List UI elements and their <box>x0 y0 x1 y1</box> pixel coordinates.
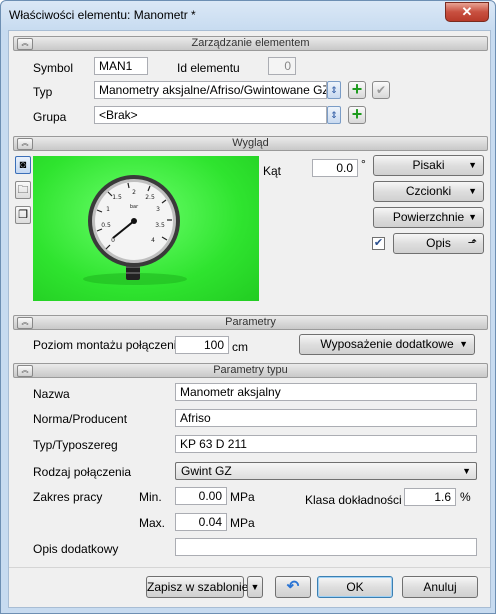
svg-text:1.5: 1.5 <box>112 194 122 201</box>
cancel-button[interactable]: Anuluj <box>402 576 478 598</box>
check-icon: ✔ <box>375 83 387 97</box>
accuracy-input[interactable]: 1.6 <box>404 488 456 506</box>
add-icon: + <box>351 79 363 99</box>
element-id-input: 0 <box>268 57 296 75</box>
connection-label: Rodzaj połączenia <box>33 465 132 479</box>
description-checkbox[interactable]: ✔ <box>372 237 385 250</box>
expand-icon: ⬏ <box>467 237 477 249</box>
name-input[interactable]: Manometr aksjalny <box>175 383 477 401</box>
fonts-button-label: Czcionki <box>405 184 452 198</box>
type-input[interactable]: Manometry aksjalne/Afriso/Gwintowane GZ/… <box>94 81 327 99</box>
dropdown-arrow-icon: ▼ <box>468 186 477 196</box>
svg-text:3.5: 3.5 <box>155 222 165 229</box>
svg-text:3: 3 <box>156 206 160 213</box>
svg-text:0.5: 0.5 <box>101 222 111 229</box>
min-input[interactable]: 0.00 <box>175 487 227 505</box>
symbol-label: Symbol <box>33 61 74 75</box>
min-unit: MPa <box>230 490 255 504</box>
angle-input[interactable]: 0.0 <box>312 159 358 177</box>
properties-dialog: Właściwości elementu: Manometr * ✕ ︽ Zar… <box>0 0 496 614</box>
extra-description-input[interactable] <box>175 538 477 556</box>
section-management-header[interactable]: ︽ Zarządzanie elementem <box>13 36 488 51</box>
section-type-parameters-header[interactable]: ︽ Parametry typu <box>13 363 488 378</box>
dropdown-arrow-icon: ▼ <box>459 339 468 349</box>
dropdown-arrow-icon: ▼ <box>250 582 260 592</box>
type-label: Typ <box>33 85 53 99</box>
element-id-label: Id elementu <box>177 61 240 75</box>
title-bar[interactable]: Właściwości elementu: Manometr * ✕ <box>1 1 495 29</box>
surfaces-button[interactable]: Powierzchnie ▼ <box>373 207 484 228</box>
svg-text:2.5: 2.5 <box>145 194 155 201</box>
window-title: Właściwości elementu: Manometr * <box>9 8 196 22</box>
max-label: Max. <box>139 516 166 530</box>
undo-button[interactable]: ↶ <box>275 576 311 598</box>
pens-button[interactable]: Pisaki ▼ <box>373 155 484 176</box>
section-title: Parametry typu <box>213 364 288 376</box>
type-confirm-button[interactable]: ✔ <box>372 81 390 99</box>
undo-icon: ↶ <box>286 578 300 595</box>
box-icon[interactable]: ❐ <box>15 206 31 224</box>
type-add-button[interactable]: + <box>348 79 366 99</box>
min-label: Min. <box>139 490 162 504</box>
dropdown-arrow-icon: ▼ <box>468 212 477 222</box>
name-label: Nazwa <box>33 387 70 401</box>
connection-value: Gwint GZ <box>181 464 232 478</box>
folder-icon[interactable]: 🗀 <box>15 181 31 199</box>
accuracy-unit: % <box>460 490 471 504</box>
angle-label: Kąt <box>263 164 282 178</box>
description-button-label: Opis <box>426 236 451 250</box>
mount-level-label: Poziom montażu połączenia <box>33 338 184 352</box>
type-spin-arrows-icon[interactable]: ⇕ <box>327 81 341 99</box>
symbol-input[interactable]: MAN1 <box>94 57 148 75</box>
group-spin-arrows-icon[interactable]: ⇕ <box>327 106 341 124</box>
add-icon: + <box>351 104 363 124</box>
ok-label: OK <box>346 580 364 594</box>
accuracy-label: Klasa dokładności <box>305 493 402 507</box>
dialog-content: ︽ Zarządzanie elementem Symbol MAN1 Id e… <box>8 30 491 608</box>
fonts-button[interactable]: Czcionki ▼ <box>373 181 484 202</box>
extra-equipment-label: Wyposażenie dodatkowe <box>320 337 454 351</box>
extra-description-label: Opis dodatkowy <box>33 542 119 556</box>
cancel-label: Anuluj <box>423 580 457 594</box>
norm-label: Norma/Producent <box>33 412 128 426</box>
group-label: Grupa <box>33 110 67 124</box>
section-title: Zarządzanie elementem <box>191 37 310 49</box>
extra-equipment-button[interactable]: Wyposażenie dodatkowe ▼ <box>299 334 475 355</box>
gauge-unit-label: bar <box>130 204 139 210</box>
angle-unit: ° <box>361 157 366 171</box>
connection-select[interactable]: Gwint GZ ▼ <box>175 462 477 480</box>
close-button[interactable]: ✕ <box>445 2 489 22</box>
save-template-dropdown[interactable]: ▼ <box>247 576 263 598</box>
series-label: Typ/Typoszereg <box>33 438 118 452</box>
svg-text:2: 2 <box>132 189 136 196</box>
description-button[interactable]: Opis ⬏ <box>393 233 484 254</box>
max-unit: MPa <box>230 516 255 530</box>
gauge-image: 0 0.5 1 1.5 2 2.5 3 3.5 4 bar <box>83 175 187 285</box>
dropdown-arrow-icon: ▼ <box>468 160 477 170</box>
section-title: Wygląd <box>232 137 269 149</box>
mount-level-unit: cm <box>232 340 248 354</box>
mount-level-input[interactable]: 100 <box>175 336 229 354</box>
dropdown-arrow-icon: ▼ <box>462 466 471 476</box>
save-template-button[interactable]: Zapisz w szablonie <box>146 576 248 598</box>
camera-icon[interactable]: ◙ <box>15 156 31 174</box>
series-input[interactable]: KP 63 D 211 <box>175 435 477 453</box>
section-title: Parametry <box>225 316 276 328</box>
max-input[interactable]: 0.04 <box>175 513 227 531</box>
section-appearance-header[interactable]: ︽ Wygląd <box>13 136 488 151</box>
svg-text:4: 4 <box>151 237 155 244</box>
save-template-label: Zapisz w szablonie <box>147 580 249 594</box>
svg-text:1: 1 <box>106 206 110 213</box>
pens-button-label: Pisaki <box>412 158 445 172</box>
working-range-label: Zakres pracy <box>33 490 103 504</box>
close-icon: ✕ <box>461 4 473 19</box>
preview-image: 0 0.5 1 1.5 2 2.5 3 3.5 4 bar <box>33 156 259 301</box>
section-parameters-header[interactable]: ︽ Parametry <box>13 315 488 330</box>
group-add-button[interactable]: + <box>348 104 366 124</box>
group-input[interactable]: <Brak> <box>94 106 327 124</box>
surfaces-button-label: Powierzchnie <box>392 210 465 224</box>
ok-button[interactable]: OK <box>317 576 393 598</box>
norm-input[interactable]: Afriso <box>175 409 477 427</box>
